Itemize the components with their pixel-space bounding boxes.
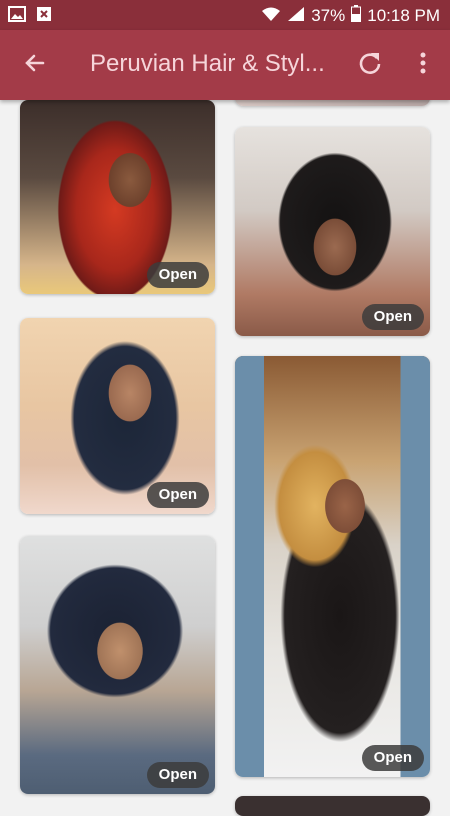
- close-notification-icon: [36, 6, 52, 27]
- signal-icon: [287, 6, 305, 27]
- image-card[interactable]: Open: [20, 536, 215, 794]
- back-button[interactable]: [20, 50, 50, 80]
- wifi-icon: [261, 6, 281, 27]
- image-card[interactable]: Open: [235, 127, 430, 336]
- battery-percent: 37%: [311, 6, 346, 25]
- image-card[interactable]: Open: [20, 100, 215, 294]
- photo-placeholder: [235, 796, 430, 816]
- open-button[interactable]: Open: [146, 762, 209, 788]
- open-button[interactable]: Open: [146, 482, 209, 508]
- arrow-left-icon: [23, 51, 47, 80]
- image-card[interactable]: Open: [20, 318, 215, 514]
- hairstyle-photo: [235, 356, 430, 777]
- battery-icon: [351, 5, 362, 27]
- more-vert-icon: [419, 51, 427, 80]
- open-button[interactable]: Open: [361, 304, 424, 330]
- image-card[interactable]: Open: [235, 356, 430, 777]
- overflow-menu-button[interactable]: [408, 50, 438, 80]
- image-icon: [8, 6, 26, 27]
- open-button[interactable]: Open: [146, 262, 209, 288]
- status-bar: 37% 10:18 PM: [0, 0, 450, 30]
- app-bar: Peruvian Hair & Styl...: [0, 30, 450, 100]
- open-button[interactable]: Open: [361, 745, 424, 771]
- clock: 10:18 PM: [367, 6, 440, 25]
- app-title: Peruvian Hair & Styl...: [90, 50, 325, 77]
- image-card-partial-bottom[interactable]: [235, 796, 430, 816]
- notification-icons: [8, 6, 52, 27]
- hairstyle-photo: [20, 536, 215, 794]
- refresh-icon: [357, 50, 383, 81]
- refresh-button[interactable]: [355, 50, 385, 80]
